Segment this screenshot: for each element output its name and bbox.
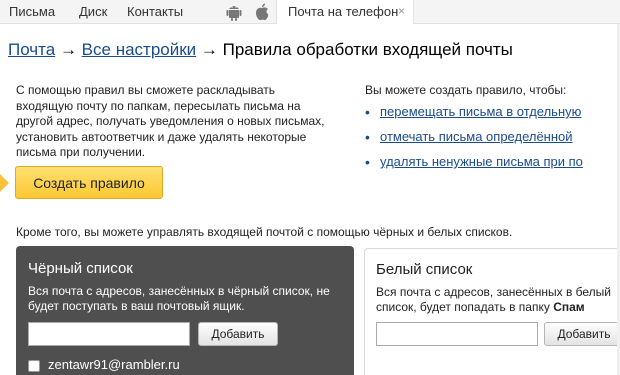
tab-mail-on-phone[interactable]: Почта на телефон ×: [276, 0, 414, 24]
bullet-icon: •: [365, 104, 370, 120]
lists-description: Кроме того, вы можете управлять входящей…: [16, 225, 513, 239]
white-list-title: Белый список: [376, 261, 473, 278]
bullet-icon: •: [365, 129, 370, 145]
top-navigation: Письма Диск Контакты Почта на телефон ×: [0, 0, 620, 24]
create-rule-button[interactable]: Создать правило: [15, 166, 163, 199]
rule-examples-list: • перемещать письма в отдельную • отмечать…: [365, 104, 583, 179]
apple-icon[interactable]: [254, 3, 270, 26]
black-list-title: Чёрный список: [28, 260, 133, 277]
breadcrumb-mail-link[interactable]: Почта: [8, 40, 55, 59]
black-list-description: Вся почта с адресов, занесённых в чёрный…: [28, 284, 330, 313]
list-item: • отмечать письма определённой: [365, 129, 583, 154]
black-list-address-input[interactable]: [28, 322, 190, 346]
rules-description: С помощью правил вы сможете раскладывать…: [16, 83, 325, 159]
breadcrumb-settings-link[interactable]: Все настройки: [82, 40, 196, 59]
white-list-panel: Белый список Вся почта с адресов, занесё…: [364, 248, 620, 375]
breadcrumb-separator: →: [55, 40, 82, 59]
rule-examples-intro: Вы можете создать правило, чтобы:: [365, 83, 567, 97]
rule-example-mark-link[interactable]: отмечать письма определённой: [380, 129, 573, 144]
white-list-description: Вся почта с адресов, занесённых в белый …: [376, 285, 620, 315]
nav-mail-link[interactable]: Письма: [9, 4, 55, 19]
spam-folder-name: Спам: [553, 300, 585, 314]
black-list-entry-checkbox[interactable]: [28, 360, 40, 372]
black-list-entry-email: zentawr91@rambler.ru: [48, 357, 180, 372]
tab-mail-on-phone-label: Почта на телефон: [288, 4, 399, 19]
breadcrumb-separator: →: [196, 40, 223, 59]
android-icon[interactable]: [226, 3, 242, 26]
rule-example-move-link[interactable]: перемещать письма в отдельную: [380, 104, 581, 119]
list-item: • удалять ненужные письма при по: [365, 154, 583, 179]
black-list-add-button[interactable]: Добавить: [198, 322, 278, 346]
list-item: • перемещать письма в отдельную: [365, 104, 583, 129]
page-title: Правила обработки входящей почты: [222, 40, 513, 59]
black-list-panel: Чёрный список Вся почта с адресов, занес…: [16, 246, 354, 375]
pointer-arrow-icon: [0, 174, 9, 192]
close-icon[interactable]: ×: [398, 4, 405, 18]
nav-contacts-link[interactable]: Контакты: [127, 4, 183, 19]
bullet-icon: •: [365, 154, 370, 170]
white-list-address-input[interactable]: [376, 322, 538, 346]
nav-disk-link[interactable]: Диск: [79, 4, 107, 19]
white-list-add-button[interactable]: Добавить: [544, 322, 620, 346]
breadcrumb: Почта → Все настройки → Правила обработк…: [8, 40, 513, 60]
rule-example-delete-link[interactable]: удалять ненужные письма при по: [380, 154, 583, 169]
